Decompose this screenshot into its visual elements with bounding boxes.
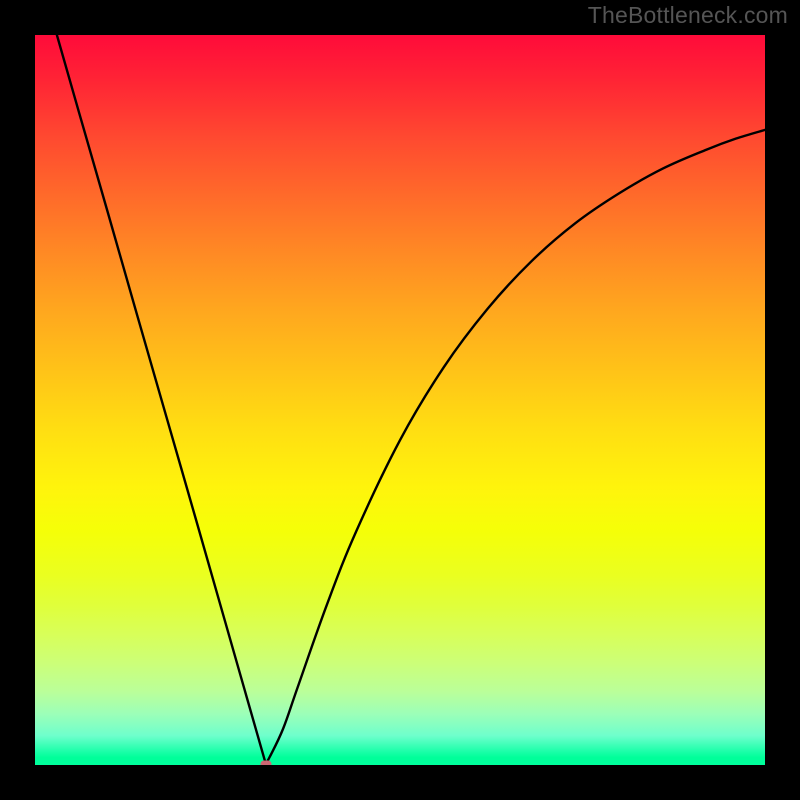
watermark-text: TheBottleneck.com — [588, 2, 788, 29]
optimal-point-marker — [260, 760, 271, 765]
plot-area — [35, 35, 765, 765]
bottleneck-curve — [35, 35, 765, 765]
